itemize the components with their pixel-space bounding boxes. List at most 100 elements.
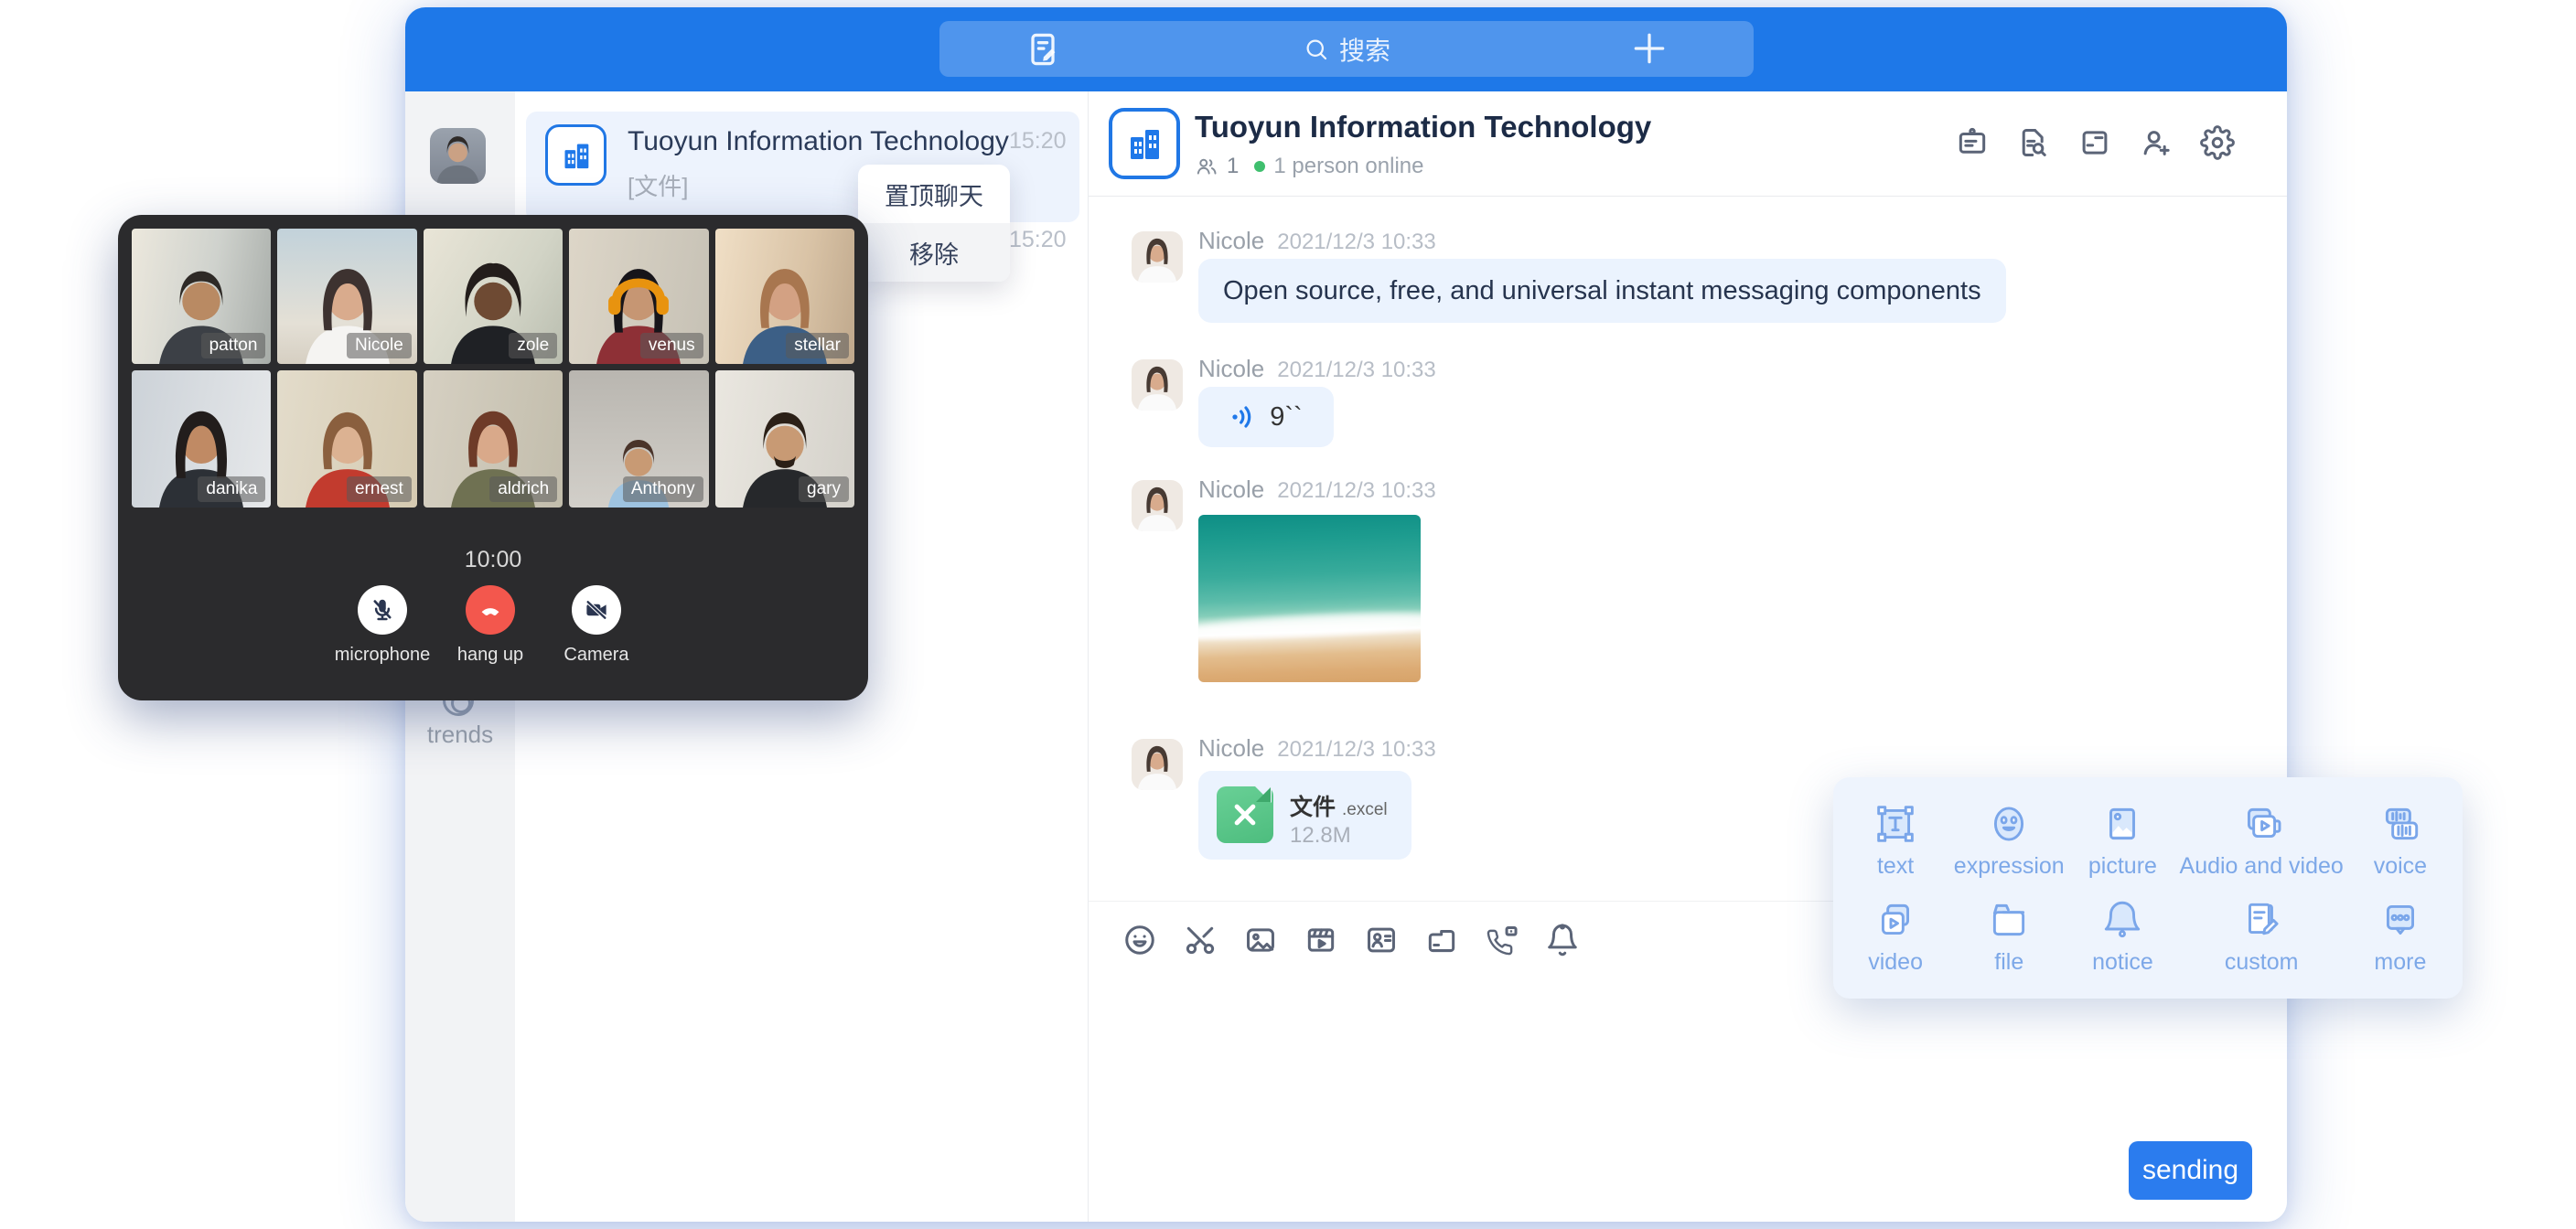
hangup-phone-icon [477, 596, 504, 624]
camera-button[interactable] [572, 585, 621, 635]
panel-label: picture [2088, 853, 2157, 880]
panel-item-custom[interactable]: custom [2180, 897, 2344, 976]
menu-item-pin-chat[interactable]: 置顶聊天 [858, 165, 1010, 223]
video-icon [1873, 897, 1918, 943]
more-icon [2377, 897, 2423, 943]
message-time: 2021/12/3 10:33 [1277, 737, 1436, 763]
message-time: 2021/12/3 10:33 [1277, 358, 1436, 383]
audio-video-icon [2238, 801, 2284, 847]
conversation-time-2: 15:20 [1009, 227, 1067, 253]
video-tile[interactable]: venus [569, 229, 708, 364]
message-avatar[interactable] [1132, 231, 1183, 283]
participant-name: zole [509, 333, 557, 358]
search-placeholder: 搜索 [1339, 31, 1390, 68]
panel-label: voice [2374, 853, 2427, 880]
microphone-label: microphone [327, 645, 437, 666]
video-tile[interactable]: ernest [277, 370, 416, 508]
emoji-button[interactable] [1120, 920, 1160, 960]
audio-video-call-button[interactable] [1482, 920, 1522, 960]
text-icon [1873, 801, 1918, 847]
nav-item-trends[interactable]: trends [405, 721, 515, 749]
screenshot-scissors-button[interactable] [1180, 920, 1220, 960]
message-meta: Nicole 2021/12/3 10:33 [1198, 227, 1436, 255]
panel-item-text[interactable]: text [1839, 801, 1952, 880]
video-call-overlay: patton Nicole zole venus stellar danika … [118, 215, 868, 700]
video-tile[interactable]: danika [132, 370, 271, 508]
video-clapper-button[interactable] [1301, 920, 1341, 960]
picture-icon [2099, 801, 2145, 847]
panel-item-more[interactable]: more [2344, 897, 2457, 976]
contact-card-button[interactable] [1361, 920, 1401, 960]
video-tile[interactable]: patton [132, 229, 271, 364]
panel-label: notice [2092, 949, 2153, 976]
hangup-button[interactable] [466, 585, 515, 635]
video-tile[interactable]: stellar [715, 229, 854, 364]
file-button[interactable] [2075, 123, 2115, 163]
panel-item-expression[interactable]: expression [1952, 801, 2066, 880]
mic-off-icon [369, 596, 396, 624]
settings-button[interactable] [2197, 123, 2238, 163]
message-avatar[interactable] [1132, 359, 1183, 411]
beach-photo [1198, 515, 1421, 682]
menu-item-remove[interactable]: 移除 [858, 223, 1010, 282]
notice-bell-icon [2099, 897, 2145, 943]
building-icon [1122, 122, 1166, 166]
file-folder-icon [1986, 897, 2032, 943]
camera-control[interactable]: Camera [542, 585, 651, 666]
plus-icon[interactable] [1629, 28, 1669, 69]
user-avatar[interactable] [430, 128, 486, 184]
panel-item-video[interactable]: video [1839, 897, 1952, 976]
add-member-button[interactable] [2136, 123, 2176, 163]
microphone-control[interactable]: microphone [327, 585, 437, 666]
video-tile[interactable]: aldrich [424, 370, 563, 508]
panel-label: expression [1954, 853, 2065, 880]
participant-name: ernest [347, 476, 412, 502]
video-tile[interactable]: zole [424, 229, 563, 364]
text-message-bubble[interactable]: Open source, free, and universal instant… [1198, 259, 2006, 323]
conversation-last-message: [文件] [628, 168, 688, 202]
panel-label: custom [2225, 949, 2299, 976]
voice-icon [2377, 801, 2423, 847]
search-bar[interactable]: 搜索 [939, 21, 1754, 77]
notice-board-button[interactable] [1952, 123, 1992, 163]
message-meta: Nicole 2021/12/3 10:33 [1198, 355, 1436, 383]
panel-label: Audio and video [2180, 853, 2344, 880]
chat-history-search-button[interactable] [2013, 123, 2054, 163]
members-icon [1195, 155, 1218, 178]
camera-off-icon [583, 596, 610, 624]
participant-name: aldrich [489, 476, 557, 502]
video-tile[interactable]: Nicole [277, 229, 416, 364]
conversation-title: Tuoyun Information Technology [628, 126, 1009, 157]
video-tile[interactable]: Anthony [569, 370, 708, 508]
hangup-control[interactable]: hang up [435, 585, 545, 666]
search-icon [1303, 36, 1330, 63]
sender-name: Nicole [1198, 734, 1264, 763]
participant-name: gary [799, 476, 849, 502]
file-message-bubble[interactable]: 文件 .excel 12.8M [1198, 771, 1411, 860]
send-button[interactable]: sending [2129, 1141, 2252, 1200]
picture-button[interactable] [1240, 920, 1281, 960]
notice-bell-button[interactable] [1542, 920, 1583, 960]
panel-item-picture[interactable]: picture [2066, 801, 2179, 880]
custom-icon [2238, 897, 2284, 943]
panel-item-notice[interactable]: notice [2066, 897, 2179, 976]
message-avatar[interactable] [1132, 739, 1183, 790]
folder-button[interactable] [1422, 920, 1462, 960]
microphone-button[interactable] [358, 585, 407, 635]
panel-label: text [1877, 853, 1914, 880]
hangup-label: hang up [435, 645, 545, 666]
camera-label: Camera [542, 645, 651, 666]
panel-item-voice[interactable]: voice [2344, 801, 2457, 880]
group-avatar [545, 124, 606, 186]
message-time: 2021/12/3 10:33 [1277, 230, 1436, 255]
participant-name: Anthony [623, 476, 703, 502]
voice-message-bubble[interactable]: 9`` [1198, 387, 1334, 447]
file-fold-corner [1255, 786, 1272, 803]
panel-item-audio-video[interactable]: Audio and video [2180, 801, 2344, 880]
message-avatar[interactable] [1132, 480, 1183, 531]
image-message[interactable] [1198, 515, 1421, 682]
panel-item-file[interactable]: file [1952, 897, 2066, 976]
chat-title: Tuoyun Information Technology [1195, 110, 1651, 144]
participant-name: patton [201, 333, 266, 358]
video-tile[interactable]: gary [715, 370, 854, 508]
